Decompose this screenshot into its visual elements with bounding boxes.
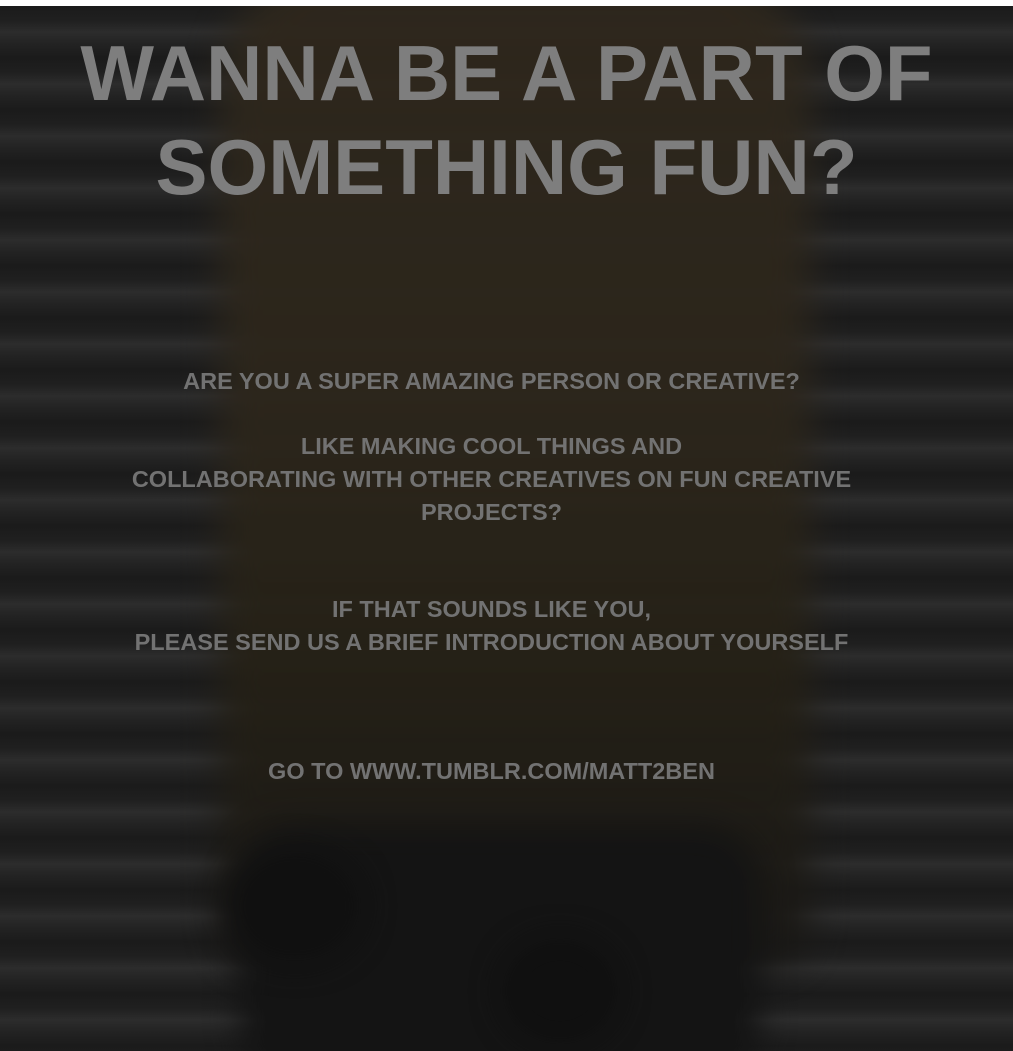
- collaboration-line-1: LIKE MAKING COOL THINGS AND: [300, 433, 683, 459]
- collaboration-line-2: COLLABORATING WITH OTHER CREATIVES ON FU…: [131, 466, 852, 492]
- question-text: ARE YOU A SUPER AMAZING PERSON OR CREATI…: [0, 365, 983, 398]
- invitation-text: IF THAT SOUNDS LIKE YOU, PLEASE SEND US …: [0, 593, 983, 659]
- headline-line-2: SOMETHING FUN?: [155, 123, 858, 211]
- poster-background: WANNA BE A PART OF SOMETHING FUN? ARE YO…: [0, 6, 1013, 1051]
- call-to-action: GO TO WWW.TUMBLR.COM/MATT2BEN: [0, 755, 983, 788]
- headline-line-1: WANNA BE A PART OF: [80, 29, 933, 117]
- invitation-line-1: IF THAT SOUNDS LIKE YOU,: [331, 596, 651, 622]
- question-line: ARE YOU A SUPER AMAZING PERSON OR CREATI…: [183, 368, 800, 394]
- poster-text: WANNA BE A PART OF SOMETHING FUN? ARE YO…: [0, 6, 1013, 1051]
- call-to-action-url: GO TO WWW.TUMBLR.COM/MATT2BEN: [268, 758, 715, 784]
- invitation-line-2: PLEASE SEND US A BRIEF INTRODUCTION ABOU…: [134, 629, 849, 655]
- collaboration-text: LIKE MAKING COOL THINGS AND COLLABORATIN…: [0, 430, 983, 529]
- headline: WANNA BE A PART OF SOMETHING FUN?: [0, 26, 1013, 214]
- collaboration-line-3: PROJECTS?: [420, 499, 563, 525]
